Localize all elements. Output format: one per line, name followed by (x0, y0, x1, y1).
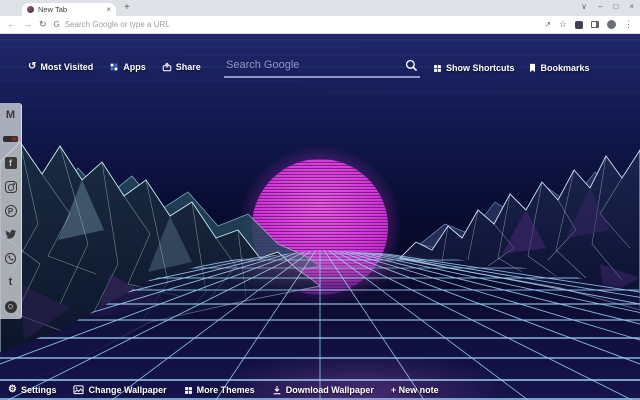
most-visited-button[interactable]: ↺ Most Visited (28, 61, 94, 73)
download-icon (273, 386, 281, 395)
share-icon (162, 62, 171, 72)
toolbar-right-group: Show Shortcuts Bookmarks (433, 63, 590, 73)
share-button[interactable]: Share (162, 62, 201, 72)
bottom-action-bar: ⚙ Settings Change Wallpaper More Themes (8, 384, 439, 396)
apps-button[interactable]: Apps (109, 62, 146, 72)
new-note-label: + New note (390, 385, 439, 395)
new-note-button[interactable]: + New note (391, 385, 439, 395)
search-icon[interactable] (405, 59, 418, 72)
instagram-icon[interactable] (3, 180, 18, 195)
new-tab-page: ↺ Most Visited Apps Share Search Google … (0, 34, 640, 400)
more-themes-label: More Themes (196, 385, 255, 395)
download-wallpaper-label: Download Wallpaper (285, 385, 374, 395)
back-icon[interactable]: ← (7, 20, 16, 29)
window-maximize-button[interactable]: □ (613, 3, 618, 11)
show-shortcuts-label: Show Shortcuts (446, 63, 515, 73)
profile-avatar[interactable] (607, 20, 616, 29)
bookmarks-button[interactable]: Bookmarks (528, 63, 590, 73)
more-themes-button[interactable]: More Themes (184, 385, 255, 395)
pinterest-icon[interactable]: P (3, 204, 18, 219)
shortcuts-grid-icon (434, 64, 441, 72)
extension-icon[interactable] (575, 20, 583, 29)
menu-dots-icon[interactable]: ⋮ (624, 20, 633, 29)
address-bar-actions: ↗ ☆ ⋮ (544, 20, 633, 29)
side-panel-icon[interactable] (591, 21, 599, 28)
toolbar-left-group: ↺ Most Visited Apps Share (28, 61, 201, 73)
themes-grid-icon (184, 386, 192, 394)
google-g-icon: G (53, 20, 60, 29)
browser-window: New Tab × + ∨ – □ × ← → ↻ G ↗ ☆ ⋮ (0, 0, 640, 400)
vaporwave-wallpaper (0, 34, 640, 400)
google-search-box[interactable] (224, 54, 420, 78)
tab-strip: New Tab × + ∨ – □ × (0, 0, 640, 16)
window-caret-icon[interactable]: ∨ (581, 3, 587, 11)
browser-tab[interactable]: New Tab × (22, 3, 116, 16)
camera-icon[interactable] (3, 299, 18, 314)
settings-button[interactable]: ⚙ Settings (8, 384, 57, 396)
download-wallpaper-button[interactable]: Download Wallpaper (272, 385, 374, 395)
twitter-icon[interactable] (3, 227, 18, 242)
tab-close-icon[interactable]: × (106, 5, 111, 14)
history-icon: ↺ (28, 61, 37, 72)
share-page-icon[interactable]: ↗ (544, 20, 551, 29)
gear-icon: ⚙ (8, 384, 17, 395)
whatsapp-icon[interactable] (3, 251, 18, 266)
bookmark-star-icon[interactable]: ☆ (559, 20, 567, 29)
address-bar: ← → ↻ G ↗ ☆ ⋮ (0, 16, 640, 34)
window-controls: ∨ – □ × (581, 0, 634, 14)
bookmarks-label: Bookmarks (540, 63, 590, 73)
window-close-button[interactable]: × (629, 3, 634, 11)
youtube-icon[interactable] (3, 132, 18, 147)
most-visited-label: Most Visited (40, 62, 94, 72)
reload-icon[interactable]: ↻ (39, 20, 47, 29)
change-wallpaper-label: Change Wallpaper (88, 385, 167, 395)
image-icon (73, 385, 85, 395)
apps-grid-icon (110, 63, 118, 71)
tab-favicon-icon (27, 6, 34, 13)
new-tab-button[interactable]: + (124, 2, 130, 13)
tumblr-icon[interactable]: t (3, 275, 18, 290)
gmail-icon[interactable]: M (3, 108, 18, 123)
tab-title: New Tab (38, 5, 68, 14)
bookmark-icon (529, 63, 535, 73)
share-label: Share (175, 62, 201, 72)
forward-icon[interactable]: → (23, 20, 32, 29)
show-shortcuts-button[interactable]: Show Shortcuts (433, 63, 515, 73)
facebook-icon[interactable]: f (3, 156, 18, 171)
url-input[interactable] (64, 20, 538, 29)
settings-label: Settings (20, 385, 57, 395)
apps-label: Apps (123, 62, 146, 72)
newtab-toolbar: ↺ Most Visited Apps Share Search Google … (0, 34, 640, 86)
omnibox[interactable]: G (54, 19, 538, 31)
change-wallpaper-button[interactable]: Change Wallpaper (73, 385, 167, 395)
window-minimize-button[interactable]: – (598, 3, 602, 11)
social-sidebar: M f P t (0, 103, 22, 319)
search-input[interactable] (224, 59, 405, 71)
